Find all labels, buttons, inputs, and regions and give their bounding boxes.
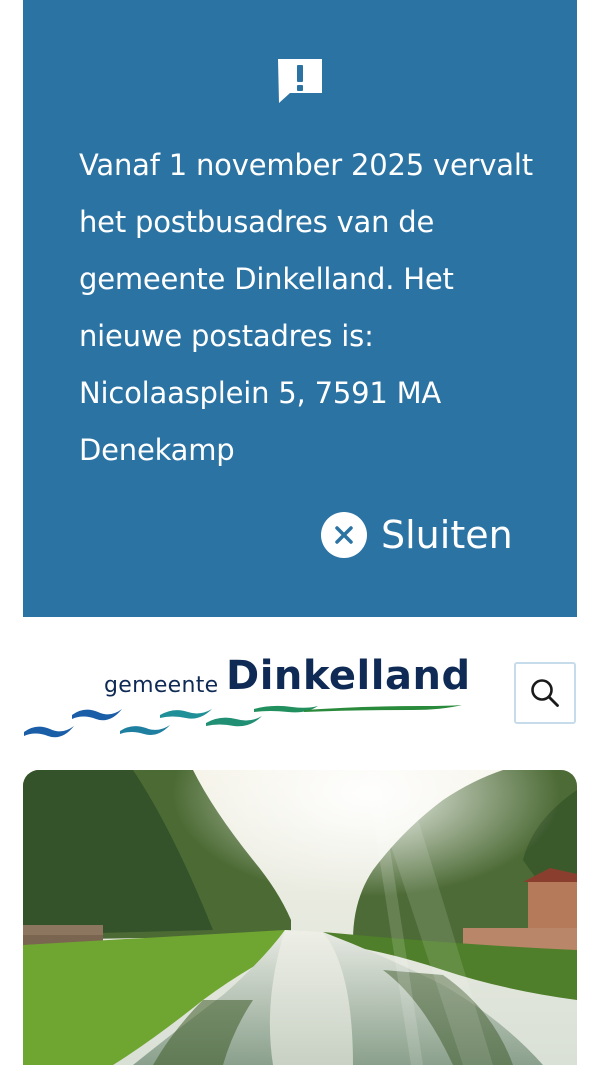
site-logo[interactable]: gemeente Dinkelland [22, 637, 472, 738]
message-alert-icon [278, 59, 322, 103]
search-button[interactable] [514, 662, 576, 724]
site-header: gemeente Dinkelland [0, 617, 600, 762]
hero-image [23, 770, 577, 1065]
logo-waves-icon [24, 705, 462, 738]
search-icon [531, 679, 559, 707]
close-icon [321, 512, 367, 558]
notice-text: Vanaf 1 november 2025 vervalt het postbu… [79, 148, 533, 467]
close-label: Sluiten [381, 513, 513, 557]
canal-landscape-image [23, 770, 577, 1065]
notice-banner: Vanaf 1 november 2025 vervalt het postbu… [23, 0, 577, 617]
close-notice-button[interactable]: Sluiten [321, 508, 513, 562]
page: Vanaf 1 november 2025 vervalt het postbu… [0, 0, 600, 1065]
